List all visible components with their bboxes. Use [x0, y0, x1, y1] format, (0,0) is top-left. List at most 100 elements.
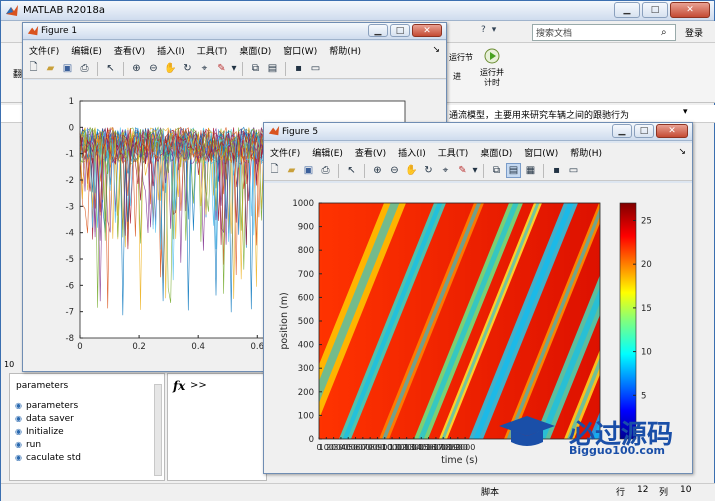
hide-tools-icon[interactable]: ▪: [549, 163, 564, 178]
dock-arrow-icon[interactable]: ↘: [672, 147, 692, 157]
figure1-titlebar[interactable]: Figure 1 ▁ □ ✕: [23, 23, 446, 40]
save-icon[interactable]: ▣: [301, 163, 316, 178]
run-section-button[interactable]: 运行节: [449, 53, 473, 63]
menu-edit[interactable]: 编辑(E): [65, 44, 108, 57]
menu-insert[interactable]: 插入(I): [151, 44, 191, 57]
figure1-close-button[interactable]: ✕: [412, 24, 442, 37]
status-script-label: 脚本: [481, 488, 500, 498]
dock-arrow-icon[interactable]: ↘: [426, 45, 446, 55]
colorbar-toggle-icon[interactable]: ▤: [265, 61, 280, 76]
maximize-button[interactable]: □: [642, 2, 668, 18]
menu-insert[interactable]: 插入(I): [392, 146, 432, 159]
data-cursor-icon[interactable]: ⌖: [438, 163, 453, 178]
figure1-title: Figure 1: [41, 26, 78, 36]
pan-hand-icon[interactable]: ✋: [163, 61, 178, 76]
brush-dropdown-icon[interactable]: ▾: [231, 61, 237, 76]
hide-tools-icon[interactable]: ▪: [291, 61, 306, 76]
menu-window[interactable]: 窗口(W): [518, 146, 564, 159]
show-tools-icon[interactable]: ▭: [308, 61, 323, 76]
function-icon: ◉: [15, 427, 22, 436]
run-and-time-button[interactable]: 运行并 计时: [475, 47, 509, 88]
menu-help[interactable]: 帮助(H): [323, 44, 367, 57]
workspace-list: ◉ parameters ◉ data saver ◉ Initialize ◉ run…: [15, 399, 81, 464]
advance-button[interactable]: 进: [453, 71, 461, 82]
zoom-in-icon[interactable]: ⊕: [370, 163, 385, 178]
menu-view[interactable]: 查看(V): [349, 146, 392, 159]
data-cursor-icon[interactable]: ⌖: [197, 61, 212, 76]
y-tick-label: -5: [66, 255, 74, 265]
print-icon[interactable]: ⎙: [77, 61, 92, 76]
fx-icon[interactable]: fx: [173, 379, 185, 393]
brush-icon[interactable]: ✎: [455, 163, 470, 178]
list-item[interactable]: ◉ Initialize: [15, 425, 81, 438]
figure5-titlebar[interactable]: Figure 5 ▁ □ ✕: [264, 123, 692, 141]
menu-tools[interactable]: 工具(T): [432, 146, 475, 159]
address-dropdown-icon[interactable]: ▾: [683, 107, 688, 117]
workspace-scrollbar[interactable]: [154, 384, 162, 476]
status-row-label: 行: [616, 488, 626, 498]
select-arrow-icon[interactable]: ↖: [344, 163, 359, 178]
search-input[interactable]: 搜索文档: [536, 26, 661, 39]
list-item[interactable]: ◉ parameters: [15, 399, 81, 412]
link-plot-icon[interactable]: ⧉: [489, 163, 504, 178]
menu-window[interactable]: 窗口(W): [277, 44, 323, 57]
rotate-icon[interactable]: ↻: [421, 163, 436, 178]
workspace-header: parameters: [16, 381, 69, 391]
figure5-close-button[interactable]: ✕: [656, 124, 688, 138]
print-icon[interactable]: ⎙: [318, 163, 333, 178]
function-icon: ◉: [15, 414, 22, 423]
y-tick-label: 200: [298, 388, 314, 398]
menu-tools[interactable]: 工具(T): [191, 44, 234, 57]
brush-dropdown-icon[interactable]: ▾: [472, 163, 478, 178]
y-axis-label: position (m): [279, 292, 290, 349]
list-item[interactable]: ◉ caculate std: [15, 451, 81, 464]
zoom-out-icon[interactable]: ⊖: [146, 61, 161, 76]
search-box[interactable]: 搜索文档 ⌕: [532, 24, 676, 41]
menu-help[interactable]: 帮助(H): [564, 146, 608, 159]
figure5-toolbar: 🗋 ▰ ▣ ⎙ ↖ ⊕ ⊖ ✋ ↻ ⌖ ✎ ▾ ⧉ ▤ ▦ ▪ ▭: [264, 161, 692, 181]
menu-view[interactable]: 查看(V): [108, 44, 151, 57]
command-window[interactable]: fx >>: [167, 373, 267, 481]
select-arrow-icon[interactable]: ↖: [103, 61, 118, 76]
menu-file[interactable]: 文件(F): [264, 146, 306, 159]
menu-edit[interactable]: 编辑(E): [306, 146, 349, 159]
colorbar-tick-label: 25: [641, 216, 652, 226]
save-icon[interactable]: ▣: [60, 61, 75, 76]
figure1-maximize-button[interactable]: □: [390, 24, 410, 37]
function-icon: ◉: [15, 401, 22, 410]
menu-file[interactable]: 文件(F): [23, 44, 65, 57]
help-icon[interactable]: ?: [481, 25, 486, 35]
matlab-logo-icon: [6, 5, 18, 16]
brush-icon[interactable]: ✎: [214, 61, 229, 76]
open-file-icon[interactable]: ▰: [43, 61, 58, 76]
login-button[interactable]: 登录: [685, 26, 703, 39]
x-tick-label: 2000: [455, 443, 475, 452]
search-icon[interactable]: ⌕: [661, 27, 675, 38]
menu-desktop[interactable]: 桌面(D): [233, 44, 277, 57]
close-button[interactable]: ✕: [670, 2, 710, 18]
new-figure-icon[interactable]: 🗋: [267, 163, 282, 178]
pan-hand-icon[interactable]: ✋: [404, 163, 419, 178]
link-plot-icon[interactable]: ⧉: [248, 61, 263, 76]
legend-toggle-icon[interactable]: ▦: [523, 163, 538, 178]
zoom-in-icon[interactable]: ⊕: [129, 61, 144, 76]
x-tick-label: 0.2: [132, 342, 146, 352]
function-icon: ◉: [15, 453, 22, 462]
y-tick-label: 0: [69, 123, 74, 133]
colorbar-toggle-icon[interactable]: ▤: [506, 163, 521, 178]
figure5-minimize-button[interactable]: ▁: [612, 124, 632, 138]
figure5-maximize-button[interactable]: □: [634, 124, 654, 138]
zoom-out-icon[interactable]: ⊖: [387, 163, 402, 178]
rotate-icon[interactable]: ↻: [180, 61, 195, 76]
left-panel-marker: 10: [4, 360, 15, 369]
list-item[interactable]: ◉ run: [15, 438, 81, 451]
list-item[interactable]: ◉ data saver: [15, 412, 81, 425]
open-file-icon[interactable]: ▰: [284, 163, 299, 178]
figure1-minimize-button[interactable]: ▁: [368, 24, 388, 37]
dropdown-icon[interactable]: ▾: [492, 25, 497, 35]
menu-desktop[interactable]: 桌面(D): [474, 146, 518, 159]
main-titlebar[interactable]: MATLAB R2018a ▁ □ ✕: [1, 1, 714, 21]
minimize-button[interactable]: ▁: [614, 2, 640, 18]
new-figure-icon[interactable]: 🗋: [26, 61, 41, 76]
show-tools-icon[interactable]: ▭: [566, 163, 581, 178]
